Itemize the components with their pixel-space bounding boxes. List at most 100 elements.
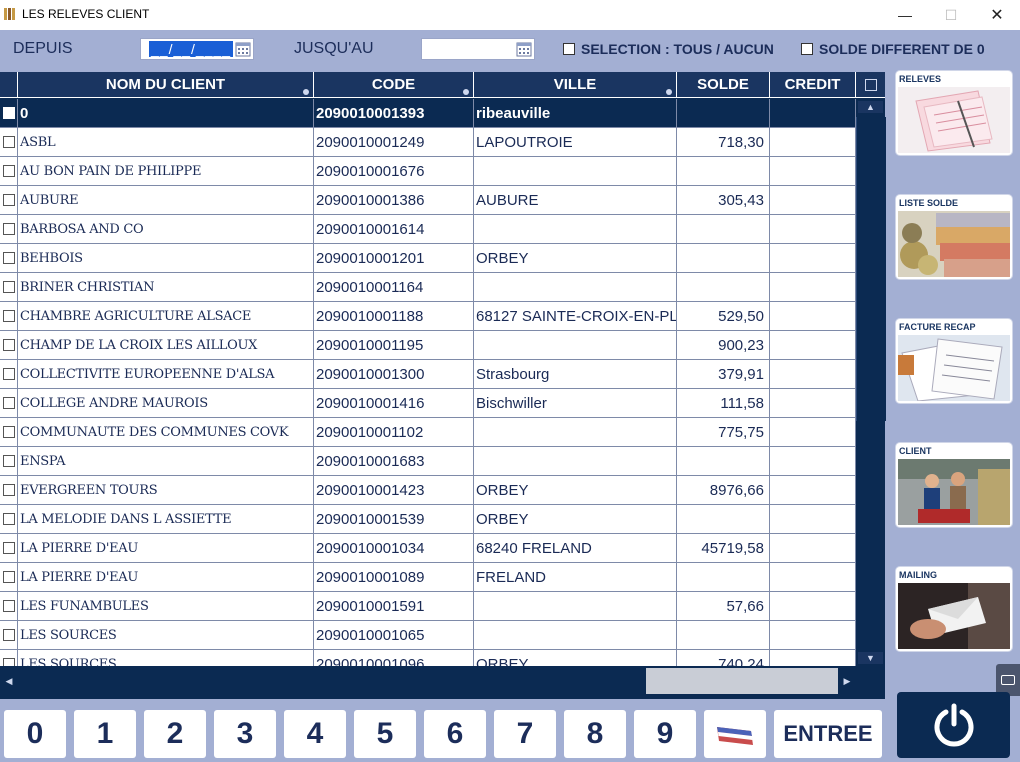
table-row[interactable]: CHAMP DE LA CROIX LES AILLOUX 20900100011… [0,331,856,360]
table-row[interactable]: ASBL 2090010001249 LAPOUTROIE 718,30 [0,128,856,157]
table-row[interactable]: AU BON PAIN DE PHILIPPE 2090010001676 [0,157,856,186]
row-checkbox[interactable] [2,368,15,380]
key-4-button[interactable]: 4 [284,710,346,758]
column-header-solde[interactable]: SOLDE [677,72,770,98]
row-select-cell[interactable] [0,302,18,330]
depuis-date-field[interactable]: __/__/____ [140,38,254,60]
column-header-code[interactable]: CODE [314,72,474,98]
flag-language-button[interactable] [704,710,766,758]
row-select-cell[interactable] [0,157,18,185]
column-header-nom[interactable]: NOM DU CLIENT [18,72,314,98]
row-select-cell[interactable] [0,621,18,649]
table-row[interactable]: ENSPA 2090010001683 [0,447,856,476]
key-3-button[interactable]: 3 [214,710,276,758]
entree-button[interactable]: ENTREE [774,710,882,758]
row-select-cell[interactable] [0,244,18,272]
row-select-cell[interactable] [0,563,18,591]
horizontal-scrollbar[interactable]: ◀ ▶ [0,668,856,694]
row-checkbox[interactable] [2,310,15,322]
depuis-date-value[interactable]: __/__/____ [149,41,234,57]
key-1-button[interactable]: 1 [74,710,136,758]
row-select-cell[interactable] [0,128,18,156]
scroll-down-arrow-icon[interactable]: ▼ [858,652,883,664]
key-0-button[interactable]: 0 [4,710,66,758]
table-row[interactable]: COMMUNAUTE DES COMMUNES COVK 209001000110… [0,418,856,447]
row-checkbox[interactable] [2,107,15,119]
row-checkbox[interactable] [2,542,15,554]
table-row[interactable]: BRINER CHRISTIAN 2090010001164 [0,273,856,302]
vertical-scrollbar[interactable]: ▲ ▼ [856,99,886,666]
jusqu-date-field[interactable] [421,38,535,60]
row-checkbox[interactable] [2,600,15,612]
row-select-cell[interactable] [0,273,18,301]
table-row[interactable]: LA MELODIE DANS L ASSIETTE 2090010001539 O… [0,505,856,534]
row-select-cell[interactable] [0,360,18,388]
row-select-cell[interactable] [0,99,18,127]
row-checkbox[interactable] [2,629,15,641]
table-row[interactable]: LA PIERRE D'EAU 2090010001089 FRELAND [0,563,856,592]
solde-checkbox[interactable] [801,43,813,55]
calendar-icon[interactable] [516,41,532,57]
row-checkbox[interactable] [2,513,15,525]
row-checkbox[interactable] [2,397,15,409]
sort-icon[interactable] [303,89,309,95]
mailing-button[interactable]: MAILING [896,567,1012,651]
releves-button[interactable]: RELEVES [896,71,1012,155]
key-6-button[interactable]: 6 [424,710,486,758]
table-row[interactable]: LES FUNAMBULES 2090010001591 57,66 [0,592,856,621]
table-row[interactable]: BARBOSA AND CO 2090010001614 [0,215,856,244]
sort-icon[interactable] [463,89,469,95]
scroll-left-arrow-icon[interactable]: ◀ [0,668,18,694]
row-select-cell[interactable] [0,186,18,214]
row-checkbox[interactable] [2,571,15,583]
column-header-ville[interactable]: VILLE [474,72,677,98]
row-select-cell[interactable] [0,476,18,504]
row-checkbox[interactable] [2,484,15,496]
column-chooser-button[interactable] [856,72,885,98]
table-row[interactable]: EVERGREEN TOURS 2090010001423 ORBEY 8976,66 [0,476,856,505]
calendar-icon[interactable] [235,41,251,57]
key-7-button[interactable]: 7 [494,710,556,758]
key-8-button[interactable]: 8 [564,710,626,758]
vertical-scroll-thumb[interactable] [856,117,886,421]
table-row[interactable]: LA PIERRE D'EAU 2090010001034 68240 FRELAN… [0,534,856,563]
horizontal-scroll-thumb[interactable] [18,668,646,694]
column-header-select[interactable] [0,72,18,98]
client-button[interactable]: CLIENT [896,443,1012,527]
row-select-cell[interactable] [0,331,18,359]
row-checkbox[interactable] [2,223,15,235]
solde-non-zero-toggle[interactable]: SOLDE DIFFERENT DE 0 [801,41,985,57]
scroll-right-arrow-icon[interactable]: ▶ [838,668,856,694]
sort-icon[interactable] [666,89,672,95]
table-row[interactable]: LES SOURCES 2090010001065 [0,621,856,650]
scroll-up-arrow-icon[interactable]: ▲ [858,101,883,113]
selection-all-none-toggle[interactable]: SELECTION : TOUS / AUCUN [563,41,774,57]
table-row[interactable]: LES SOURCES 2090010001096 ORBEY 740,24 [0,650,856,666]
table-row[interactable]: CHAMBRE AGRICULTURE ALSACE 2090010001188 6… [0,302,856,331]
liste-solde-button[interactable]: LISTE SOLDE [896,195,1012,279]
table-row[interactable]: BEHBOIS 2090010001201 ORBEY [0,244,856,273]
row-select-cell[interactable] [0,592,18,620]
row-select-cell[interactable] [0,650,18,666]
key-5-button[interactable]: 5 [354,710,416,758]
power-button[interactable] [897,692,1010,758]
row-select-cell[interactable] [0,215,18,243]
column-header-credit[interactable]: CREDIT [770,72,856,98]
row-checkbox[interactable] [2,165,15,177]
row-checkbox[interactable] [2,136,15,148]
row-checkbox[interactable] [2,455,15,467]
row-select-cell[interactable] [0,389,18,417]
close-button[interactable]: ✕ [974,0,1020,30]
table-row[interactable]: COLLECTIVITE EUROPEENNE D'ALSA 2090010001… [0,360,856,389]
table-row[interactable]: AUBURE 2090010001386 AUBURE 305,43 [0,186,856,215]
row-checkbox[interactable] [2,339,15,351]
row-select-cell[interactable] [0,418,18,446]
selection-checkbox[interactable] [563,43,575,55]
maximize-button[interactable]: ☐ [928,0,974,30]
table-row[interactable]: 0 2090010001393 ribeauville [0,99,856,128]
row-select-cell[interactable] [0,505,18,533]
row-checkbox[interactable] [2,426,15,438]
table-row[interactable]: COLLEGE ANDRE MAUROIS 2090010001416 Bischw… [0,389,856,418]
key-2-button[interactable]: 2 [144,710,206,758]
facture-recap-button[interactable]: FACTURE RECAP [896,319,1012,403]
